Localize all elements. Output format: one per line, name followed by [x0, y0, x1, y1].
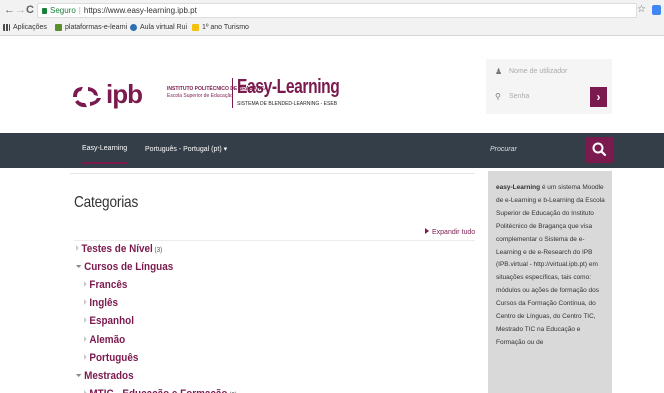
caret-right-icon[interactable]: [84, 281, 87, 287]
brand-title: Easy-Learning: [237, 76, 340, 98]
category-item[interactable]: Testes de Nível (3): [76, 243, 162, 255]
page-title: Categorias: [74, 194, 139, 211]
folder-icon: [192, 24, 199, 31]
bookmark-label: 1º ano Turismo: [202, 24, 249, 31]
caret-right-icon[interactable]: [76, 245, 79, 251]
globe-icon: [130, 24, 137, 31]
category-label: MTIC - Educação e Formação: [89, 388, 227, 393]
category-label: Mestrados: [84, 370, 134, 382]
bookmarks-bar: Aplicações plataformas-e-learni Aula vir…: [0, 21, 664, 36]
username-placeholder: Nome de utilizador: [509, 68, 568, 75]
expand-all-label: Expandir tudo: [432, 229, 476, 236]
category-item[interactable]: Espanhol: [84, 315, 134, 327]
logo-divider: [232, 78, 233, 108]
plant-icon: [55, 24, 62, 31]
search-button[interactable]: [586, 137, 613, 163]
language-menu[interactable]: Português - Portugal (pt) ▾: [145, 145, 227, 153]
category-label: Espanhol: [89, 315, 134, 327]
secure-label: Seguro: [50, 6, 76, 15]
caret-right-icon[interactable]: [84, 336, 87, 342]
chevron-right-icon: ›: [596, 90, 601, 104]
bookmark-plataformas[interactable]: plataformas-e-learni: [55, 24, 127, 31]
category-label: Alemão: [89, 334, 126, 346]
brand-subtitle: SISTEMA DE BLENDED-LEARNING - ESEB: [237, 101, 338, 107]
bookmark-label: plataformas-e-learni: [65, 24, 128, 31]
about-text: easy-Learning é um sistema Moodle de e-L…: [496, 182, 608, 350]
forward-button[interactable]: →: [15, 3, 26, 17]
about-description: é um sistema Moodle de e-Learning e b-Le…: [496, 184, 605, 346]
back-button[interactable]: ←: [4, 3, 15, 17]
category-label: Francês: [89, 279, 128, 291]
user-icon: ♟: [495, 67, 503, 76]
content-divider: [70, 173, 475, 174]
category-item[interactable]: Francês: [84, 279, 127, 291]
category-count: (3): [154, 247, 163, 254]
search-icon: [592, 142, 607, 157]
extension-icon[interactable]: [652, 5, 661, 15]
bookmark-aula-virtual[interactable]: Aula virtual Rui: [130, 24, 187, 31]
password-placeholder: Senha: [509, 93, 530, 100]
category-item[interactable]: Português: [84, 352, 138, 364]
browser-toolbar: ← → C Seguro | https://www.easy-learning.i…: [0, 0, 664, 21]
bookmark-label: Aplicações: [13, 24, 47, 31]
bookmark-label: Aula virtual Rui: [140, 24, 188, 31]
category-label: Cursos de Línguas: [84, 261, 174, 273]
apps-grid-icon: [3, 24, 10, 31]
about-block: easy-Learning é um sistema Moodle de e-L…: [488, 171, 612, 393]
category-item[interactable]: MTIC - Educação e Formação(3): [84, 388, 237, 393]
category-item[interactable]: Alemão: [84, 334, 125, 346]
login-form: ♟ Nome de utilizador ⚲ Senha ›: [486, 59, 612, 114]
bookmark-star-icon[interactable]: ☆: [637, 4, 646, 15]
caret-down-icon[interactable]: [76, 374, 82, 377]
school-name: Escola Superior de Educação: [167, 93, 233, 99]
caret-right-icon[interactable]: [84, 317, 87, 323]
password-field[interactable]: ⚲ Senha: [491, 87, 585, 107]
category-item[interactable]: Inglês: [84, 297, 118, 309]
ipb-logo-icon: [73, 87, 101, 108]
reload-button[interactable]: C: [26, 3, 34, 17]
username-field[interactable]: ♟ Nome de utilizador: [491, 62, 585, 82]
site-logo[interactable]: ipb INSTITUTO POLITÉCNICO DE BRAGANÇA Es…: [70, 76, 370, 114]
bookmark-turismo[interactable]: 1º ano Turismo: [192, 24, 249, 31]
category-label: Testes de Nível: [81, 243, 153, 255]
caret-right-icon[interactable]: [84, 354, 87, 360]
caret-right-icon[interactable]: [84, 299, 87, 305]
categories-divider: [74, 240, 475, 241]
login-submit-button[interactable]: ›: [590, 87, 607, 107]
search-input[interactable]: Procurar: [490, 146, 517, 153]
category-item[interactable]: Cursos de Línguas: [76, 261, 173, 273]
address-bar[interactable]: Seguro | https://www.easy-learning.ipb.pt: [37, 3, 637, 18]
url-text: https://www.easy-learning.ipb.pt: [83, 6, 197, 15]
bookmark-apps[interactable]: Aplicações: [3, 24, 47, 31]
category-label: Português: [89, 352, 139, 364]
main-navbar: Easy-Learning Português - Portugal (pt) …: [0, 133, 664, 168]
about-brand: easy-Learning: [496, 184, 541, 191]
expand-icon: [425, 228, 429, 234]
category-label: Inglês: [89, 297, 119, 309]
key-icon: ⚲: [495, 92, 501, 101]
category-item[interactable]: Mestrados: [76, 370, 134, 382]
caret-down-icon[interactable]: [76, 265, 82, 268]
expand-all-link[interactable]: Expandir tudo: [425, 228, 475, 236]
nav-home-link[interactable]: Easy-Learning: [82, 145, 128, 164]
ipb-wordmark: ipb: [106, 79, 143, 109]
lock-icon: [42, 8, 47, 14]
